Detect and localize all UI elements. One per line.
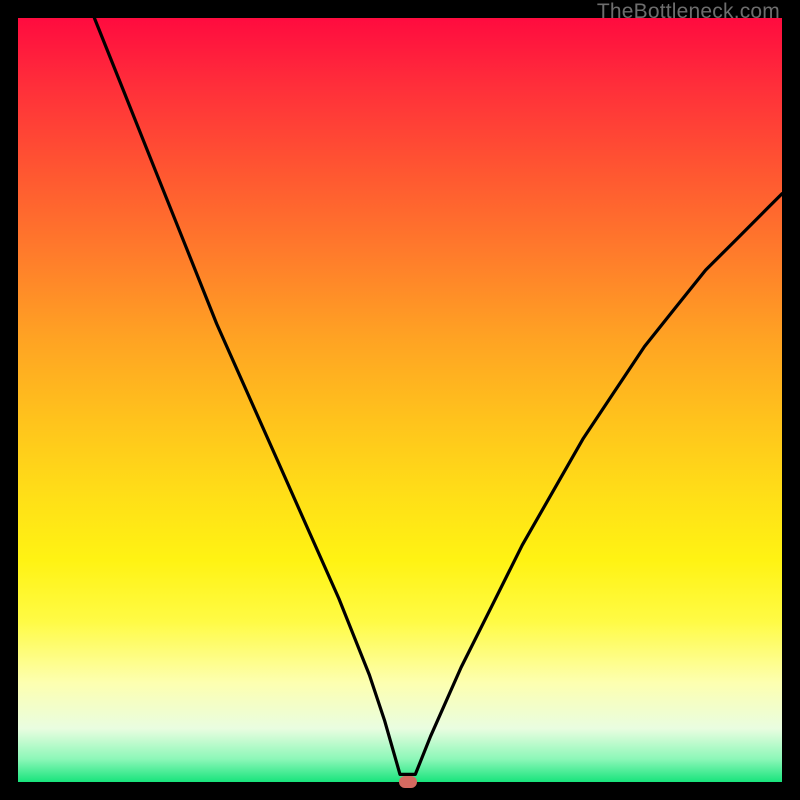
optimal-point-marker bbox=[399, 776, 417, 788]
plot-area bbox=[18, 18, 782, 782]
watermark-text: TheBottleneck.com bbox=[597, 0, 780, 24]
bottleneck-curve bbox=[18, 18, 782, 782]
chart-frame: TheBottleneck.com bbox=[0, 0, 800, 800]
